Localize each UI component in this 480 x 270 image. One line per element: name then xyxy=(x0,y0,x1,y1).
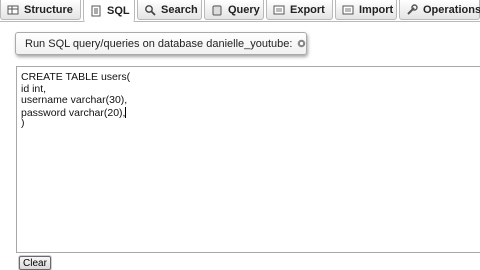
tab-label: Operations xyxy=(423,3,480,16)
tab-label: Structure xyxy=(24,3,73,16)
tab-export[interactable]: Export xyxy=(266,0,333,20)
tab-search[interactable]: Search xyxy=(137,0,202,20)
structure-icon xyxy=(7,4,19,16)
tab-structure[interactable]: Structure xyxy=(0,0,81,20)
text-caret xyxy=(125,106,127,118)
tab-label: Search xyxy=(161,3,198,16)
sql-line-1: CREATE TABLE users( xyxy=(21,71,131,83)
tab-query[interactable]: Query xyxy=(204,0,264,20)
tab-operations[interactable]: Operations xyxy=(399,0,480,20)
sql-line-5: ) xyxy=(21,117,25,129)
sql-line-4: password varchar(20), xyxy=(21,106,480,119)
tab-sql[interactable]: SQL xyxy=(83,0,135,22)
sql-line-3: username varchar(30), xyxy=(21,94,128,106)
operations-icon xyxy=(406,3,418,16)
tab-import[interactable]: Import xyxy=(335,0,397,20)
sql-icon xyxy=(90,5,102,17)
tab-label: SQL xyxy=(107,4,130,17)
search-icon xyxy=(144,4,156,16)
import-icon xyxy=(342,4,354,16)
tab-label: Import xyxy=(359,3,394,16)
sql-line-4-text: password varchar(20), xyxy=(21,106,126,119)
tab-label: Query xyxy=(228,3,260,16)
export-icon xyxy=(273,4,285,16)
query-icon xyxy=(211,4,223,16)
clear-button[interactable]: Clear xyxy=(19,256,51,270)
legend-text: Run SQL query/queries on database daniel… xyxy=(25,37,293,50)
sql-panel-legend: Run SQL query/queries on database daniel… xyxy=(15,32,307,55)
sql-query-textarea[interactable]: CREATE TABLE users( id int, username var… xyxy=(16,66,480,253)
tab-label: Export xyxy=(290,3,325,16)
tab-bar: Structure SQL Search Query Export Import xyxy=(0,0,480,22)
help-icon[interactable] xyxy=(297,39,306,48)
